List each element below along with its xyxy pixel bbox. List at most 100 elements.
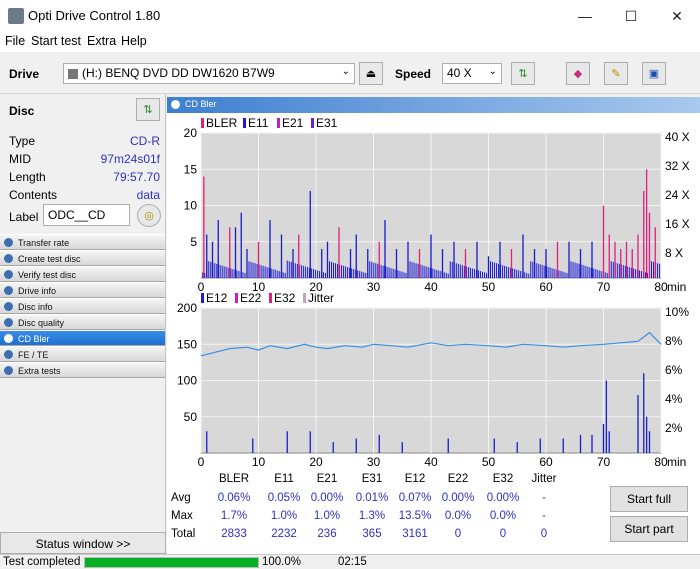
nav-icon <box>4 366 13 375</box>
disc-mid-value: 97m24s01f <box>100 152 160 166</box>
stats-value: 2232 <box>271 528 297 540</box>
x-tick-label: 0 <box>198 280 205 294</box>
x-tick-label: 70 <box>597 455 611 469</box>
stats-value: 1.3% <box>358 510 386 522</box>
settings-button[interactable]: ✎ <box>604 62 628 85</box>
refresh-icon: ⇅ <box>143 104 153 116</box>
y-tick-label: 5 <box>190 235 197 249</box>
y2-tick-label: 10% <box>665 305 689 319</box>
disc-label-apply-button[interactable]: ◎ <box>137 204 161 227</box>
y-tick-label: 100 <box>177 374 197 388</box>
save-button[interactable]: ▣ <box>642 62 666 85</box>
stats-header: Jitter <box>531 473 557 485</box>
nav-icon <box>4 270 13 279</box>
nav-label: Disc info <box>18 302 53 312</box>
stats-value: 0.00% <box>486 492 520 504</box>
nav-create-test-disc[interactable]: Create test disc <box>0 250 165 266</box>
nav-extra-tests[interactable]: Extra tests <box>0 362 165 378</box>
nav-drive-info[interactable]: Drive info <box>0 282 165 298</box>
x-tick-label: 30 <box>367 280 381 294</box>
status-window-button[interactable]: Status window >> <box>0 532 166 554</box>
nav-label: Extra tests <box>18 366 61 376</box>
nav-label: Disc quality <box>18 318 65 328</box>
y-tick-label: 150 <box>177 337 197 351</box>
nav-icon <box>4 254 13 263</box>
stats-header: BLER <box>218 473 250 485</box>
nav-disc-info[interactable]: Disc info <box>0 298 165 314</box>
progress-bar <box>84 557 259 568</box>
chevron-down-icon: ⌄ <box>341 66 350 77</box>
charts: 5 10 15 20 8 X 16 X 24 X 32 X 40 X 0 10 20 30 40 50 60 7… <box>177 116 690 469</box>
speed-select[interactable]: 40 X ⌄ <box>442 63 502 84</box>
minimize-button[interactable]: — <box>562 0 608 32</box>
legend-label: E31 <box>316 116 338 130</box>
stats-value: 0.05% <box>267 492 301 504</box>
disc-type-key: Type <box>9 134 36 148</box>
refresh-icon: ⇅ <box>518 68 528 80</box>
menu-start-test[interactable]: Start test <box>31 34 81 48</box>
nav-transfer-rate[interactable]: Transfer rate <box>0 234 165 250</box>
x-tick-label: 60 <box>539 280 553 294</box>
disc-mid-key: MID <box>9 152 31 166</box>
drive-icon <box>68 68 78 79</box>
disc-length-value: 79:57.70 <box>113 170 160 184</box>
status-bar: Test completed 100.0% 02:15 <box>0 554 700 569</box>
x-unit-label: min <box>667 455 686 469</box>
x-tick-label: 40 <box>424 280 438 294</box>
chevron-down-icon: ⌄ <box>488 66 497 77</box>
nav-icon <box>4 238 13 247</box>
stats-value: 365 <box>362 528 382 540</box>
refresh-speed-button[interactable]: ⇅ <box>511 62 535 85</box>
stats-value: 0.06% <box>217 492 251 504</box>
start-full-button[interactable]: Start full <box>610 486 688 512</box>
legend-swatch <box>311 118 314 128</box>
nav-icon <box>4 286 13 295</box>
app-icon <box>8 8 24 24</box>
drive-select-value: (H:) BENQ DVD DD DW1620 B7W9 <box>82 66 275 80</box>
drive-label: Drive <box>9 67 40 81</box>
eject-button[interactable]: ⏏ <box>359 62 383 85</box>
nav-cd-bler[interactable]: CD Bler <box>0 330 165 346</box>
disc-contents-value: data <box>136 188 160 202</box>
title-bar: Opti Drive Control 1.80 — ☐ ✕ <box>0 0 700 32</box>
menu-help[interactable]: Help <box>121 34 147 48</box>
legend-swatch <box>235 293 238 303</box>
menu-file[interactable]: File <box>5 34 25 48</box>
stats-header: E21 <box>316 473 338 485</box>
stats-value: 0.00% <box>441 492 475 504</box>
status-text: Test completed <box>3 556 81 568</box>
legend-swatch <box>243 118 246 128</box>
stats-value: 3161 <box>402 528 428 540</box>
maximize-button[interactable]: ☐ <box>608 0 654 32</box>
disc-label-key: Label <box>9 210 39 224</box>
disc-refresh-button[interactable]: ⇅ <box>136 98 160 121</box>
legend-label: E12 <box>206 291 228 305</box>
x-tick-label: 10 <box>252 455 266 469</box>
x-tick-label: 0 <box>198 455 205 469</box>
close-button[interactable]: ✕ <box>654 0 700 32</box>
stats-row-label: Max <box>171 510 193 522</box>
drive-select[interactable]: (H:) BENQ DVD DD DW1620 B7W9 ⌄ <box>63 63 355 84</box>
panel-icon <box>171 100 180 109</box>
stats-value: 0 <box>454 528 462 540</box>
stats-value: - <box>542 510 546 522</box>
menu-extra[interactable]: Extra <box>87 34 116 48</box>
legend-label: E21 <box>282 116 304 130</box>
y-tick-label: 20 <box>184 126 198 140</box>
stats-value: 0 <box>540 528 548 540</box>
nav-icon <box>4 350 13 359</box>
legend-swatch <box>201 118 204 128</box>
nav-verify-test-disc[interactable]: Verify test disc <box>0 266 165 282</box>
nav-fe-te[interactable]: FE / TE <box>0 346 165 362</box>
stats-value: - <box>542 492 546 504</box>
stats-header: E32 <box>492 473 514 485</box>
nav-disc-quality[interactable]: Disc quality <box>0 314 165 330</box>
disc-header: Disc <box>9 104 35 118</box>
y-tick-label: 50 <box>184 410 198 424</box>
stats-value: 0.07% <box>398 492 432 504</box>
x-tick-label: 40 <box>424 455 438 469</box>
start-part-button[interactable]: Start part <box>610 516 688 542</box>
disc-label-field[interactable]: ODC__CD <box>43 204 130 226</box>
stats-value: 0.0% <box>489 510 517 522</box>
erase-button[interactable]: ◆ <box>566 62 590 85</box>
